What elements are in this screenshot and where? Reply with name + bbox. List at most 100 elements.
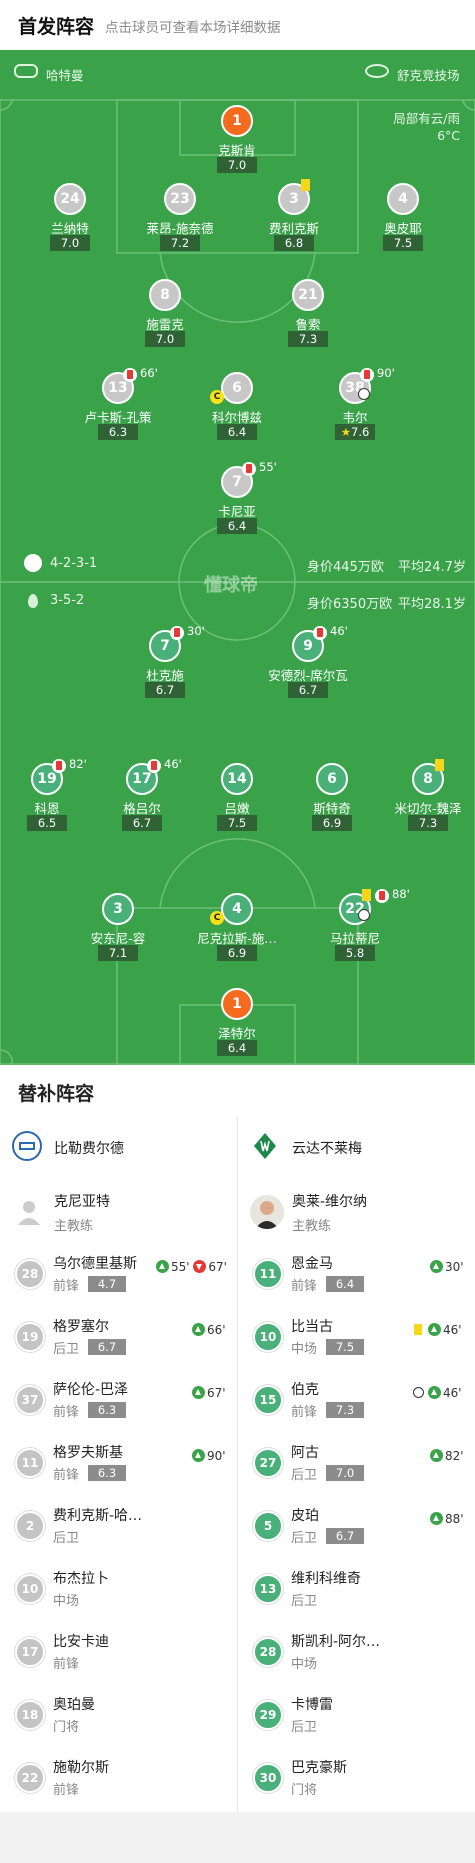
home-team-logo	[12, 1131, 42, 1161]
home-player-3[interactable]: 3 费利克斯 6.8	[239, 179, 349, 253]
player-rating: 7.0	[145, 331, 185, 347]
home-team-name: 比勒费尔德	[54, 1141, 124, 1157]
bottom-spacer	[0, 1812, 475, 1863]
sub-row[interactable]: 28 斯凯利-阿尔… 中场	[238, 1623, 475, 1685]
sub-row[interactable]: 2 费利克斯-哈… 后卫	[0, 1497, 237, 1559]
sub-name: 格罗夫斯基	[53, 1445, 123, 1461]
away-player-9[interactable]: 9 46' 安德烈-席尔瓦 6.7	[253, 624, 363, 700]
away-team-row: 云达不莱梅	[250, 1131, 470, 1163]
sub-row[interactable]: 10 布杰拉卜 中场	[0, 1560, 237, 1622]
sub-number: 15	[253, 1385, 283, 1415]
yellow-card-icon	[414, 1324, 422, 1335]
sub-row[interactable]: 18 奥珀曼 门将	[0, 1686, 237, 1748]
coach-name: 克尼亚特	[54, 1194, 110, 1210]
sub-rating: 6.7	[326, 1528, 364, 1544]
weather-info: 局部有云/雨 6°C	[393, 110, 460, 144]
away-player-1[interactable]: 1 泽特尔 6.4	[182, 988, 292, 1058]
subs-title: 替补阵容	[18, 1083, 95, 1105]
sub-events: 90'	[192, 1449, 226, 1463]
player-number: 1	[221, 988, 253, 1020]
home-coach[interactable]: 克尼亚特 主教练	[12, 1189, 232, 1239]
star-icon: ★	[340, 425, 351, 439]
player-rating: 6.9	[217, 945, 257, 961]
sub-name: 施勒尔斯	[53, 1760, 109, 1776]
player-number: 14	[221, 763, 253, 795]
away-player-14[interactable]: 14 吕嫩 7.5	[182, 763, 292, 833]
sub-row[interactable]: 28 乌尔德里基斯 前锋 4.7 55' 67'	[0, 1245, 237, 1307]
sub-name: 布杰拉卜	[53, 1571, 109, 1587]
sub-row[interactable]: 13 维利科维奇 后卫	[238, 1560, 475, 1622]
sub-position: 前锋	[291, 1279, 318, 1294]
sub-in-icon	[430, 1449, 443, 1462]
sub-position: 后卫	[291, 1468, 318, 1483]
away-player-6[interactable]: 6 斯特奇 6.9	[277, 763, 387, 833]
home-player-6[interactable]: 6 C 科尔博兹 6.4	[182, 372, 292, 442]
home-player-21[interactable]: 21 鲁索 7.3	[253, 279, 363, 349]
sub-row[interactable]: 11 恩金马 前锋 6.4 30'	[238, 1245, 475, 1307]
sub-in-icon	[428, 1323, 441, 1336]
away-player-4[interactable]: 4 C 尼克拉斯-施… 6.9	[182, 893, 292, 963]
sub-in-icon	[430, 1512, 443, 1525]
home-player-23[interactable]: 23 莱昂-施奈德 7.2	[125, 183, 235, 253]
sub-rating: 7.3	[326, 1402, 364, 1418]
player-rating: 7.3	[408, 815, 448, 831]
player-rating: 6.4	[217, 424, 257, 440]
sub-in-time: 46'	[443, 1323, 462, 1337]
sub-rating: 6.4	[326, 1276, 364, 1292]
sub-row[interactable]: 22 施勒尔斯 前锋	[0, 1749, 237, 1811]
player-rating: 7.2	[160, 235, 200, 251]
home-formation: 4-2-3-1	[50, 556, 98, 571]
sub-position: 中场	[291, 1342, 318, 1357]
sub-number: 17	[15, 1637, 45, 1667]
referee-name: 哈特曼	[46, 68, 84, 83]
home-player-4[interactable]: 4 奥皮耶 7.5	[348, 183, 458, 253]
sub-off-icon	[360, 368, 374, 382]
home-player-13[interactable]: 13 66' 卢卡斯-孔策 6.3	[63, 366, 173, 442]
sub-row[interactable]: 19 格罗塞尔 后卫 6.7 66'	[0, 1308, 237, 1370]
sub-row[interactable]: 30 巴克豪斯 门将	[238, 1749, 475, 1811]
home-player-38[interactable]: 38 90' 韦尔 ★7.6	[300, 366, 410, 442]
sub-row[interactable]: 37 萨伦伦-巴泽 前锋 6.3 67'	[0, 1371, 237, 1433]
away-player-17[interactable]: 17 46' 格吕尔 6.7	[87, 757, 197, 833]
sub-rating: 6.3	[88, 1465, 126, 1481]
sub-row[interactable]: 15 伯克 前锋 7.3 46'	[238, 1371, 475, 1433]
player-number: 21	[292, 279, 324, 311]
sub-name: 奥珀曼	[53, 1697, 95, 1713]
sub-off-icon	[123, 368, 137, 382]
home-team-logo	[24, 554, 42, 572]
sub-row[interactable]: 27 阿古 后卫 7.0 82'	[238, 1434, 475, 1496]
captain-icon: C	[210, 390, 224, 404]
weather-text: 局部有云/雨	[393, 111, 460, 126]
player-rating: 6.4	[217, 518, 257, 534]
home-player-8[interactable]: 8 施雷克 7.0	[110, 279, 220, 349]
sub-position: 中场	[291, 1657, 318, 1672]
away-player-8[interactable]: 8 米切尔-魏泽 7.3	[373, 759, 475, 833]
away-player-3[interactable]: 3 安东尼-容 7.1	[63, 893, 173, 963]
home-player-24[interactable]: 24 兰纳特 7.0	[15, 183, 125, 253]
sub-row[interactable]: 11 格罗夫斯基 前锋 6.3 90'	[0, 1434, 237, 1496]
sub-row[interactable]: 10 比当古 中场 7.5 46'	[238, 1308, 475, 1370]
sub-position: 门将	[53, 1720, 80, 1735]
sub-row[interactable]: 29 卡博雷 后卫	[238, 1686, 475, 1748]
sub-row[interactable]: 5 皮珀 后卫 6.7 88'	[238, 1497, 475, 1559]
away-coach[interactable]: 奥莱-维尔纳 主教练	[250, 1189, 470, 1239]
sub-time: 30'	[187, 624, 205, 638]
player-number: 4	[221, 893, 253, 925]
sub-out-icon	[193, 1260, 207, 1273]
sub-number: 5	[253, 1511, 283, 1541]
sub-in-time: 90'	[207, 1449, 226, 1463]
player-rating: 7.0	[50, 235, 90, 251]
sub-in-icon	[192, 1323, 205, 1336]
away-player-7[interactable]: 7 30' 杜克施 6.7	[110, 624, 220, 700]
player-rating: 6.7	[122, 815, 162, 831]
sub-number: 2	[15, 1511, 45, 1541]
sub-position: 中场	[53, 1594, 80, 1609]
sub-row[interactable]: 17 比安卡迪 前锋	[0, 1623, 237, 1685]
away-player-22[interactable]: 22 88' 马拉蒂尼 5.8	[300, 887, 410, 963]
home-player-1[interactable]: 1 克斯肯 7.0	[182, 105, 292, 175]
sub-number: 29	[253, 1700, 283, 1730]
home-player-7[interactable]: 7 55' 卡尼亚 6.4	[182, 460, 292, 536]
coach-avatar	[18, 1201, 40, 1225]
goal-ball-icon	[358, 909, 370, 921]
home-team-row: 比勒费尔德	[12, 1131, 232, 1163]
